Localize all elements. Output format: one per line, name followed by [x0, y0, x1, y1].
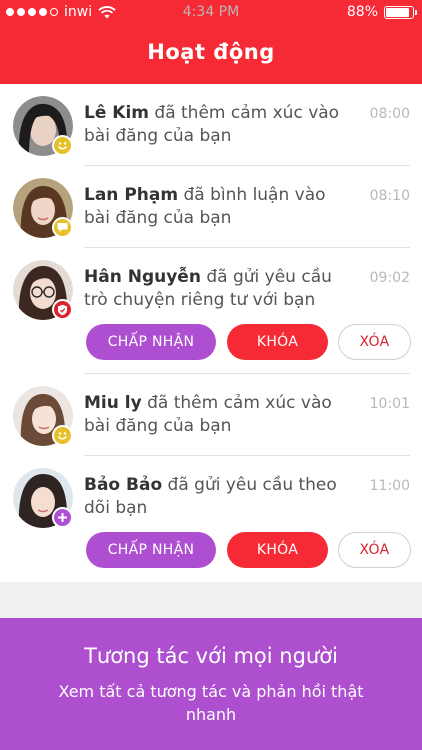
shield-icon — [52, 299, 73, 320]
battery-icon — [384, 5, 417, 19]
user-name[interactable]: Hân Nguyễn — [84, 267, 201, 287]
promo-banner: Tương tác với mọi người Xem tất cả tương… — [0, 618, 422, 750]
page-title: Hoạt động — [147, 40, 275, 64]
notification-time: 10:01 — [369, 396, 410, 412]
section-divider — [0, 582, 422, 618]
delete-button[interactable]: XÓA — [338, 324, 411, 360]
user-name[interactable]: Miu ly — [84, 393, 142, 413]
block-button[interactable]: KHÓA — [227, 324, 328, 360]
accept-button[interactable]: CHẤP NHẬN — [86, 324, 216, 360]
notification-text: Lan Phạm đã bình luận vào bài đăng của b… — [84, 184, 354, 230]
smile-icon — [52, 135, 73, 156]
promo-title: Tương tác với mọi người — [84, 644, 338, 668]
notification-item[interactable]: Lê Kim đã thêm cảm xúc vào bài đăng của … — [0, 84, 422, 166]
notification-text: Miu ly đã thêm cảm xúc vào bài đăng của … — [84, 392, 354, 438]
battery-percent: 88% — [346, 4, 378, 20]
notification-item[interactable]: Bảo Bảo đã gửi yêu cầu theo dõi bạn 11:0… — [0, 456, 422, 582]
delete-button[interactable]: XÓA — [338, 532, 411, 568]
notification-item[interactable]: Miu ly đã thêm cảm xúc vào bài đăng của … — [0, 374, 422, 456]
notification-time: 11:00 — [369, 478, 410, 494]
notification-text: Bảo Bảo đã gửi yêu cầu theo dõi bạn — [84, 474, 354, 520]
status-bar: inwi 4:34 PM 88% — [0, 0, 422, 24]
smile-icon — [52, 425, 73, 446]
notification-time: 09:02 — [369, 270, 410, 286]
block-button[interactable]: KHÓA — [227, 532, 328, 568]
notification-time: 08:10 — [369, 188, 410, 204]
notification-text: Hân Nguyễn đã gửi yêu cầu trò chuyện riê… — [84, 266, 354, 312]
app-header: inwi 4:34 PM 88% Hoạt động — [0, 0, 422, 84]
user-name[interactable]: Lê Kim — [84, 103, 149, 123]
promo-subtitle: Xem tất cả tương tác và phản hồi thật nh… — [58, 682, 364, 724]
user-name[interactable]: Bảo Bảo — [84, 475, 162, 495]
notification-text: Lê Kim đã thêm cảm xúc vào bài đăng của … — [84, 102, 354, 148]
user-name[interactable]: Lan Phạm — [84, 185, 178, 205]
plus-icon — [52, 507, 73, 528]
notification-item[interactable]: Lan Phạm đã bình luận vào bài đăng của b… — [0, 166, 422, 248]
notification-time: 08:00 — [369, 106, 410, 122]
notification-item[interactable]: Hân Nguyễn đã gửi yêu cầu trò chuyện riê… — [0, 248, 422, 374]
accept-button[interactable]: CHẤP NHẬN — [86, 532, 216, 568]
comment-icon — [52, 217, 73, 238]
